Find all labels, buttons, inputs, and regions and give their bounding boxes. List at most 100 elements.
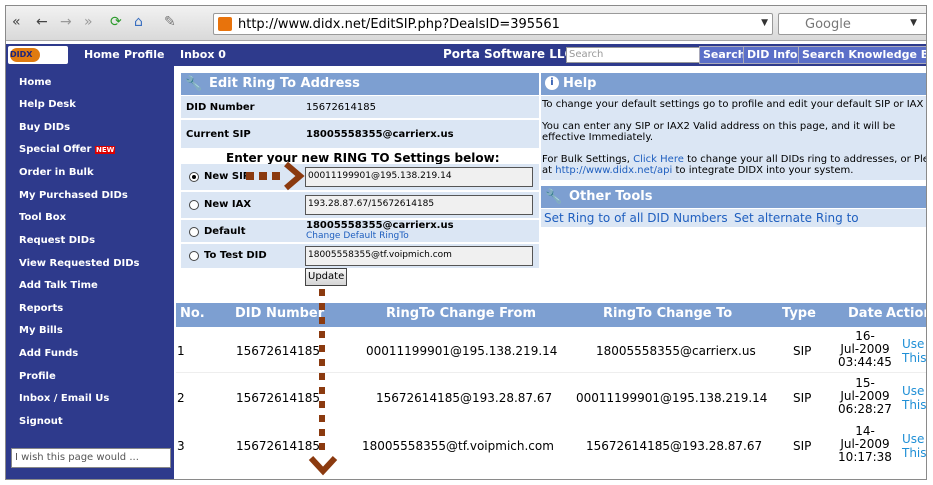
annotation-dot xyxy=(319,359,325,366)
nav-profile[interactable]: Profile xyxy=(124,48,164,61)
didx-logo[interactable]: DIDX xyxy=(8,46,68,64)
search-engine-dropdown-icon[interactable]: ▼ xyxy=(910,18,917,28)
other-tools-title: Other Tools xyxy=(569,189,653,204)
col-change-from: RingTo Change From xyxy=(386,306,537,321)
feedback-input[interactable]: I wish this page would ... xyxy=(11,448,171,468)
col-did-number: DID Number xyxy=(235,306,325,321)
bulk-click-here-link[interactable]: Click Here xyxy=(633,154,684,165)
sidebar-item-reports[interactable]: Reports xyxy=(19,303,63,314)
sidebar-item-my-bills[interactable]: My Bills xyxy=(19,325,63,336)
row-no: 1 xyxy=(177,344,185,358)
set-ring-all-link[interactable]: Set Ring to of all DID Numbers xyxy=(544,211,728,225)
row-no: 3 xyxy=(177,439,185,453)
did-info-button[interactable]: DID Info xyxy=(743,46,802,64)
pen-icon[interactable]: ✎ xyxy=(164,14,176,30)
sidebar-item-buy-dids[interactable]: Buy DIDs xyxy=(19,122,70,133)
help-panel-title: Help xyxy=(563,76,597,91)
api-link[interactable]: http://www.didx.net/api xyxy=(555,165,672,176)
site-favicon-icon xyxy=(218,17,232,31)
row-type: SIP xyxy=(793,344,812,358)
sidebar-item-tool-box[interactable]: Tool Box xyxy=(19,212,66,223)
sidebar-item-inbox-email[interactable]: Inbox / Email Us xyxy=(19,393,109,404)
url-dropdown-icon[interactable]: ▼ xyxy=(761,18,768,28)
test-did-input[interactable]: 18005558355@tf.voipmich.com xyxy=(305,246,533,266)
default-row: Default 18005558355@carrierx.us Change D… xyxy=(181,220,539,242)
annotation-dot xyxy=(319,415,325,422)
nav-inbox[interactable]: Inbox 0 xyxy=(180,48,226,61)
rewind-icon[interactable]: « xyxy=(12,14,21,30)
new-iax-radio[interactable] xyxy=(189,200,199,210)
row-from: 15672614185@193.28.87.67 xyxy=(376,391,553,405)
new-iax-input[interactable]: 193.28.87.67/15672614185 xyxy=(305,195,533,215)
search-engine-box[interactable]: Google ▼ xyxy=(778,13,926,35)
new-sip-input[interactable]: 00011199901@195.138.219.14 xyxy=(305,167,533,187)
nav-home[interactable]: Home xyxy=(84,48,120,61)
url-text[interactable]: http://www.didx.net/EditSIP.php?DealsID=… xyxy=(238,17,560,32)
row-to: 00011199901@195.138.219.14 xyxy=(576,391,768,405)
row-no: 2 xyxy=(177,391,185,405)
default-radio[interactable] xyxy=(189,227,199,237)
col-change-to: RingTo Change To xyxy=(603,306,733,321)
col-date: Date xyxy=(848,306,883,321)
did-number-row: DID Number 15672614185 xyxy=(181,96,539,118)
search-engine-label[interactable]: Google xyxy=(805,17,851,32)
update-button[interactable]: Update xyxy=(305,268,348,286)
set-alternate-ring-link[interactable]: Set alternate Ring to xyxy=(734,211,859,225)
sidebar-item-profile[interactable]: Profile xyxy=(19,371,56,382)
col-action: Action xyxy=(886,306,926,321)
annotation-dot xyxy=(319,303,325,310)
forward-icon[interactable]: → xyxy=(60,14,72,30)
row-date: 14- Jul-2009 10:17:38 xyxy=(838,424,892,464)
row-from: 18005558355@tf.voipmich.com xyxy=(362,439,554,453)
sidebar-item-add-funds[interactable]: Add Funds xyxy=(19,348,78,359)
row-did: 15672614185 xyxy=(236,439,320,453)
url-bar[interactable]: http://www.didx.net/EditSIP.php?DealsID=… xyxy=(213,13,773,35)
new-iax-row: New IAX 193.28.87.67/15672614185 xyxy=(181,192,539,218)
fast-forward-icon[interactable]: » xyxy=(84,14,93,30)
help-panel-header: i Help xyxy=(541,73,926,95)
new-badge: NEW xyxy=(94,146,116,154)
reload-icon[interactable]: ⟳ xyxy=(110,14,122,30)
annotation-dot xyxy=(319,317,325,324)
change-default-ringto-link[interactable]: Change Default RingTo xyxy=(306,231,409,241)
annotation-dash xyxy=(272,172,280,180)
right-arrow-icon xyxy=(284,161,305,191)
annotation-dot xyxy=(319,387,325,394)
row-did: 15672614185 xyxy=(236,344,320,358)
test-did-label: To Test DID xyxy=(204,250,267,261)
browser-window: « ← → » ⟳ ⌂ ✎ http://www.didx.net/EditSI… xyxy=(5,5,927,480)
table-row: 1 15672614185 00011199901@195.138.219.14… xyxy=(176,327,926,373)
col-no: No. xyxy=(180,306,205,321)
sidebar-item-order-in-bulk[interactable]: Order in Bulk xyxy=(19,167,94,178)
sidebar-item-request-dids[interactable]: Request DIDs xyxy=(19,235,95,246)
sidebar-item-special-offer[interactable]: Special Offer NEW xyxy=(19,144,116,155)
sidebar-item-signout[interactable]: Signout xyxy=(19,416,63,427)
sidebar-item-help-desk[interactable]: Help Desk xyxy=(19,99,76,110)
search-knowledge-base-button[interactable]: Search Knowledge Base xyxy=(798,46,926,64)
sidebar-item-view-requested-dids[interactable]: View Requested DIDs xyxy=(19,258,139,269)
top-navigation: DIDX Home Profile Inbox 0 Porta Software… xyxy=(6,44,926,66)
use-this-link[interactable]: Use This xyxy=(902,337,926,365)
sidebar: Home Help Desk Buy DIDs Special Offer NE… xyxy=(6,66,174,479)
new-sip-row: New SIP 00011199901@195.138.219.14 xyxy=(181,164,539,190)
row-date: 16- Jul-2009 03:44:45 xyxy=(838,329,892,369)
current-sip-row: Current SIP 18005558355@carrierx.us xyxy=(181,120,539,148)
home-icon[interactable]: ⌂ xyxy=(134,14,143,30)
edit-panel-header: 🔧 Edit Ring To Address xyxy=(181,73,539,95)
company-name: Porta Software LLC xyxy=(443,47,574,61)
use-this-link[interactable]: Use This xyxy=(902,432,926,460)
back-icon[interactable]: ← xyxy=(36,14,48,30)
annotation-dot xyxy=(319,443,325,450)
sidebar-item-my-purchased-dids[interactable]: My Purchased DIDs xyxy=(19,190,128,201)
sidebar-item-add-talk-time[interactable]: Add Talk Time xyxy=(19,280,98,291)
sidebar-item-home[interactable]: Home xyxy=(19,77,51,88)
annotation-dot xyxy=(319,373,325,380)
test-did-radio[interactable] xyxy=(189,251,199,261)
use-this-link[interactable]: Use This xyxy=(902,384,926,412)
new-sip-radio[interactable] xyxy=(189,172,199,182)
new-sip-label: New SIP xyxy=(204,171,251,182)
search-button[interactable]: Search xyxy=(699,46,750,64)
current-sip-value: 18005558355@carrierx.us xyxy=(306,129,454,140)
default-label: Default xyxy=(204,226,246,237)
help-text-3b: at http://www.didx.net/api to integrate … xyxy=(542,165,854,176)
